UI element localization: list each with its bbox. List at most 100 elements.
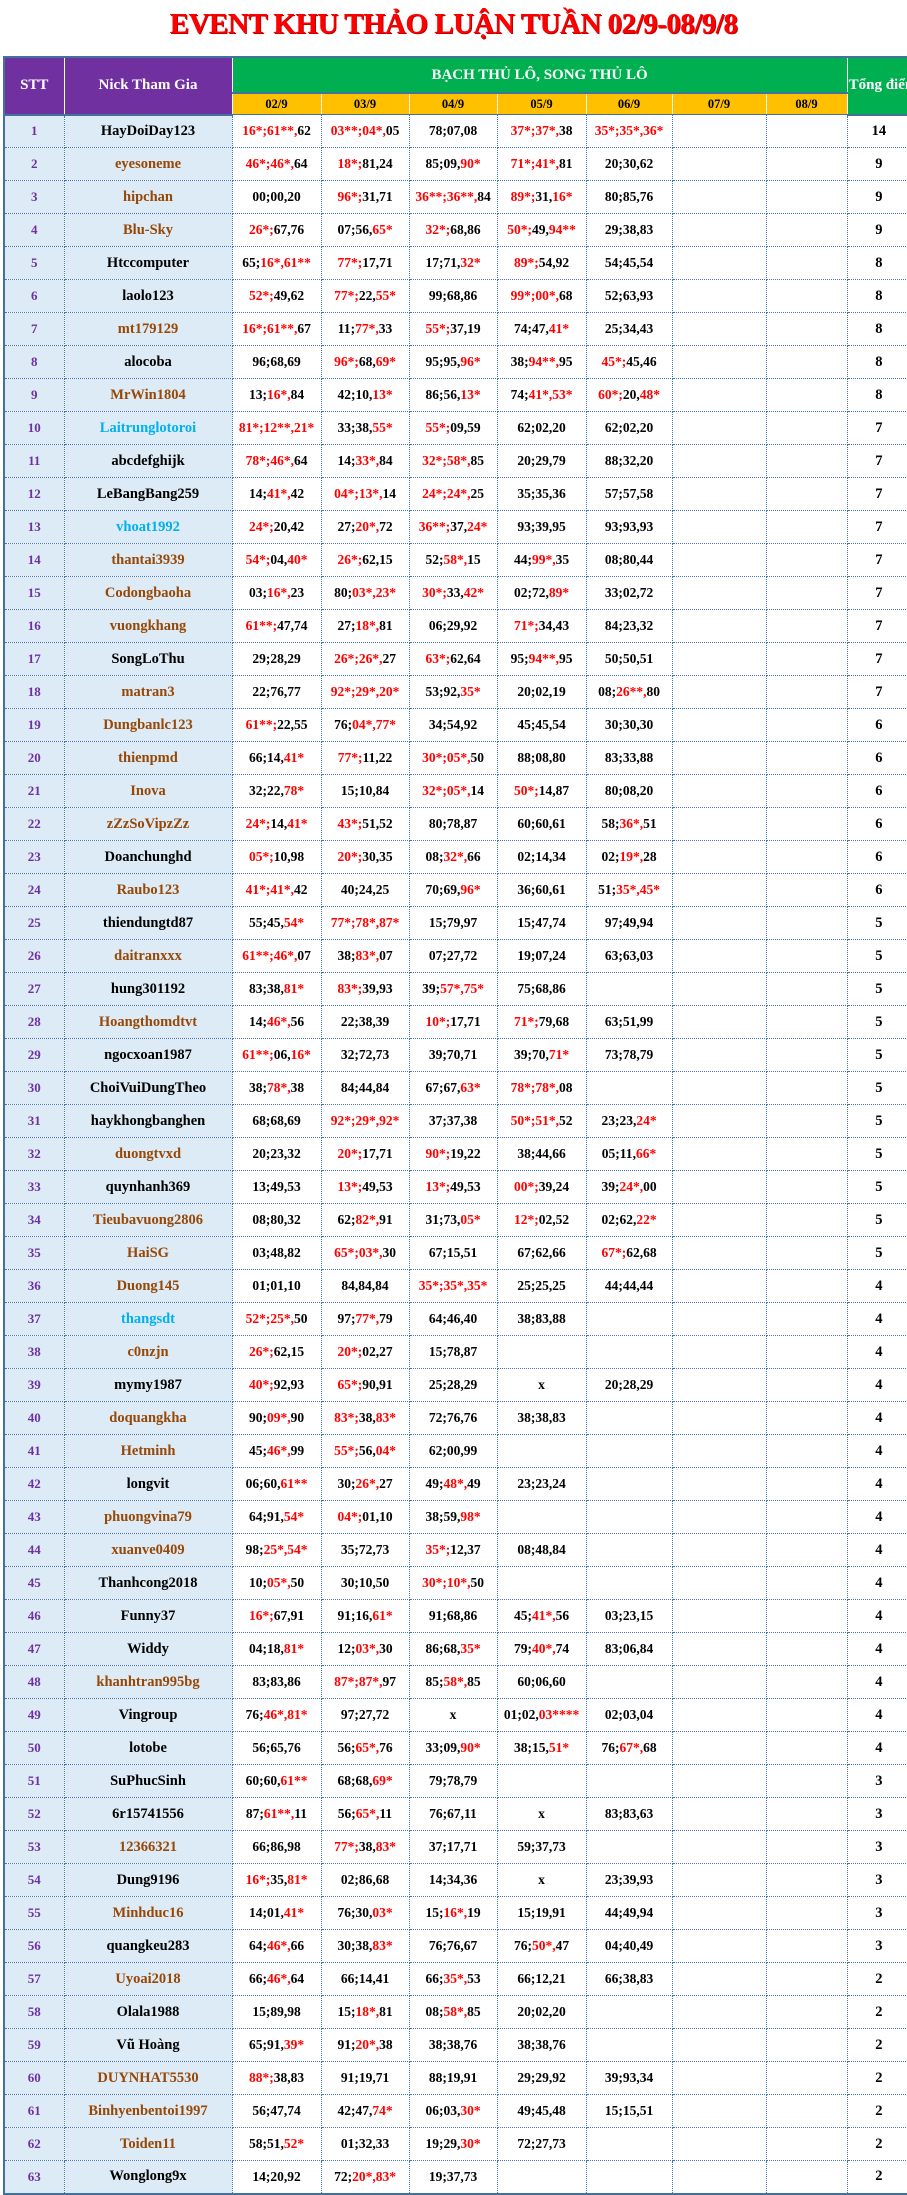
- day-cell-08-9: [766, 148, 847, 181]
- day-cell-03-9: 77*;11,22: [321, 742, 409, 775]
- day-cell-07-9: [672, 379, 766, 412]
- day-cell-08-9: [766, 643, 847, 676]
- day-cell-03-9: 84;44,84: [321, 1072, 409, 1105]
- day-cell-08-9: [766, 1930, 847, 1963]
- day-cell-03-9: 40;24,25: [321, 874, 409, 907]
- day-cell-07-9: [672, 1369, 766, 1402]
- day-cell-04-9: 25;28,29: [409, 1369, 497, 1402]
- nick-cell: quangkeu283: [64, 1930, 232, 1963]
- day-cell-04-9: 88;19,91: [409, 2062, 497, 2095]
- stt-cell: 46: [4, 1600, 64, 1633]
- stt-cell: 2: [4, 148, 64, 181]
- day-cell-07-9: [672, 973, 766, 1006]
- table-row: 526r1574155687;61**,1156;65*,1176;67,11x…: [4, 1798, 907, 1831]
- day-cell-06-9: [586, 2029, 672, 2062]
- day-cell-02-9: 41*;41*,42: [232, 874, 321, 907]
- day-cell-05-9: 45;41*,56: [497, 1600, 586, 1633]
- day-cell-07-9: [672, 808, 766, 841]
- day-cell-02-9: 06;60,61**: [232, 1468, 321, 1501]
- day-cell-08-9: [766, 1072, 847, 1105]
- day-cell-08-9: [766, 610, 847, 643]
- nick-cell: Dung9196: [64, 1864, 232, 1897]
- day-cell-06-9: 54;45,54: [586, 247, 672, 280]
- stt-cell: 15: [4, 577, 64, 610]
- day-cell-04-9: 07;27,72: [409, 940, 497, 973]
- day-cell-05-9: 71*;41*,81: [497, 148, 586, 181]
- day-cell-03-9: 30;26*,27: [321, 1468, 409, 1501]
- nick-cell: thiendungtd87: [64, 907, 232, 940]
- nick-cell: Inova: [64, 775, 232, 808]
- day-cell-03-9: 20*;02,27: [321, 1336, 409, 1369]
- total-cell: 4: [847, 1633, 907, 1666]
- nick-cell: quynhanh369: [64, 1171, 232, 1204]
- day-cell-04-9: 32*;05*,14: [409, 775, 497, 808]
- day-cell-02-9: 45;46*,99: [232, 1435, 321, 1468]
- stt-cell: 43: [4, 1501, 64, 1534]
- day-cell-08-9: [766, 808, 847, 841]
- day-cell-07-9: [672, 1138, 766, 1171]
- stt-cell: 59: [4, 2029, 64, 2062]
- day-cell-08-9: [766, 874, 847, 907]
- stt-cell: 17: [4, 643, 64, 676]
- nick-cell: vhoat1992: [64, 511, 232, 544]
- table-row: 59Vũ Hoàng65;91,39*91;20*,3838;38,7638;3…: [4, 2029, 907, 2062]
- stt-cell: 20: [4, 742, 64, 775]
- day-cell-07-9: [672, 346, 766, 379]
- day-cell-02-9: 14;20,92: [232, 2161, 321, 2194]
- day-cell-04-9: 32*;68,86: [409, 214, 497, 247]
- day-cell-06-9: 62;02,20: [586, 412, 672, 445]
- day-cell-07-9: [672, 1897, 766, 1930]
- day-cell-02-9: 29;28,29: [232, 643, 321, 676]
- day-cell-08-9: [766, 2161, 847, 2194]
- day-cell-02-9: 54*;04,40*: [232, 544, 321, 577]
- day-cell-06-9: [586, 2161, 672, 2194]
- day-cell-07-9: [672, 775, 766, 808]
- day-cell-07-9: [672, 1237, 766, 1270]
- table-row: 8alocoba96;68,6996*;68,69*95;95,96*38;94…: [4, 346, 907, 379]
- day-cell-05-9: 19;07,24: [497, 940, 586, 973]
- date-header-05-9: 05/9: [497, 93, 586, 115]
- day-cell-03-9: 77*;78*,87*: [321, 907, 409, 940]
- stt-cell: 8: [4, 346, 64, 379]
- nick-cell: mymy1987: [64, 1369, 232, 1402]
- day-cell-06-9: [586, 1303, 672, 1336]
- day-cell-08-9: [766, 907, 847, 940]
- day-cell-07-9: [672, 445, 766, 478]
- day-cell-06-9: 20;28,29: [586, 1369, 672, 1402]
- date-header-08-9: 08/9: [766, 93, 847, 115]
- day-cell-03-9: 77*;22,55*: [321, 280, 409, 313]
- day-cell-02-9: 20;23,32: [232, 1138, 321, 1171]
- column-header-nick: Nick Tham Gia: [64, 57, 232, 115]
- day-cell-05-9: 95;94**,95: [497, 643, 586, 676]
- day-cell-06-9: 63;63,03: [586, 940, 672, 973]
- day-cell-05-9: 37*;37*,38: [497, 115, 586, 148]
- stt-cell: 42: [4, 1468, 64, 1501]
- nick-cell: zZzSoVipzZz: [64, 808, 232, 841]
- total-cell: 4: [847, 1732, 907, 1765]
- nick-cell: DUYNHAT5530: [64, 2062, 232, 2095]
- day-cell-05-9: 20;02,20: [497, 1996, 586, 2029]
- stt-cell: 34: [4, 1204, 64, 1237]
- day-cell-07-9: [672, 115, 766, 148]
- day-cell-04-9: 62;00,99: [409, 1435, 497, 1468]
- day-cell-05-9: 76;50*,47: [497, 1930, 586, 1963]
- stt-cell: 24: [4, 874, 64, 907]
- day-cell-07-9: [672, 412, 766, 445]
- nick-cell: LeBangBang259: [64, 478, 232, 511]
- table-row: 14thantai393954*;04,40*26*;62,1552;58*,1…: [4, 544, 907, 577]
- total-cell: 5: [847, 1072, 907, 1105]
- day-cell-02-9: 66;14,41*: [232, 742, 321, 775]
- day-cell-05-9: 75;68,86: [497, 973, 586, 1006]
- nick-cell: phuongvina79: [64, 1501, 232, 1534]
- day-cell-06-9: [586, 1765, 672, 1798]
- day-cell-05-9: [497, 1765, 586, 1798]
- day-cell-02-9: 15;89,98: [232, 1996, 321, 2029]
- day-cell-07-9: [672, 676, 766, 709]
- day-cell-04-9: 15;16*,19: [409, 1897, 497, 1930]
- day-cell-06-9: 30;30,30: [586, 709, 672, 742]
- day-cell-05-9: 50*;14,87: [497, 775, 586, 808]
- table-body: 1HayDoiDay12316*;61**,6203**;04*,0578;07…: [4, 115, 907, 2194]
- day-cell-04-9: 76;76,67: [409, 1930, 497, 1963]
- day-cell-06-9: 66;38,83: [586, 1963, 672, 1996]
- day-cell-03-9: 27;18*,81: [321, 610, 409, 643]
